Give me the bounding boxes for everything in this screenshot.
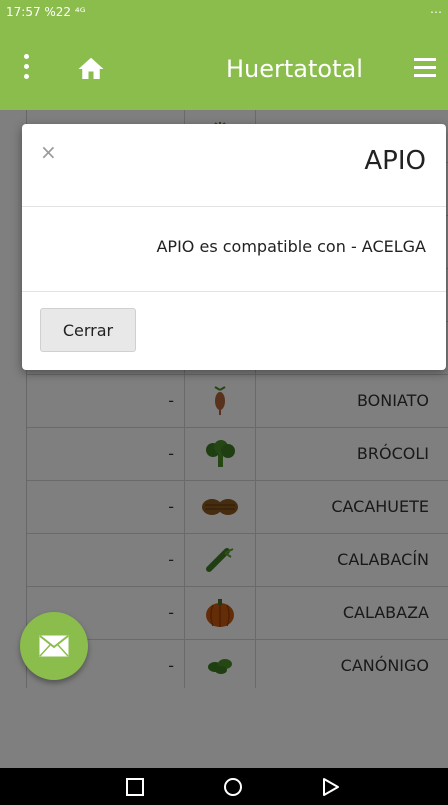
status-left: 17:57 %22 ⁴ᴳ	[6, 5, 86, 19]
email-fab[interactable]	[20, 612, 88, 680]
dialog-header: × APIO	[22, 124, 446, 207]
recents-icon[interactable]	[124, 776, 146, 798]
dialog-message: APIO es compatible con - ACELGA	[156, 237, 426, 256]
dialog-footer: Cerrar	[22, 292, 446, 370]
compatibility-dialog: × APIO APIO es compatible con - ACELGA C…	[22, 124, 446, 370]
home-icon[interactable]	[74, 54, 108, 84]
app-bar: Huertatotal	[0, 24, 448, 110]
hamburger-menu-icon[interactable]	[414, 58, 436, 77]
dialog-body: APIO es compatible con - ACELGA	[22, 207, 446, 292]
close-button[interactable]: Cerrar	[40, 308, 136, 352]
system-nav-bar	[0, 768, 448, 805]
back-icon[interactable]	[320, 776, 342, 798]
dialog-title: APIO	[364, 146, 426, 176]
status-bar: 17:57 %22 ⁴ᴳ ⋯	[0, 0, 448, 24]
close-icon[interactable]: ×	[40, 140, 57, 164]
more-options-icon[interactable]	[24, 54, 34, 82]
app-title: Huertatotal	[226, 55, 363, 83]
mail-icon	[39, 635, 69, 657]
home-nav-icon[interactable]	[222, 776, 244, 798]
status-right: ⋯	[430, 5, 442, 19]
